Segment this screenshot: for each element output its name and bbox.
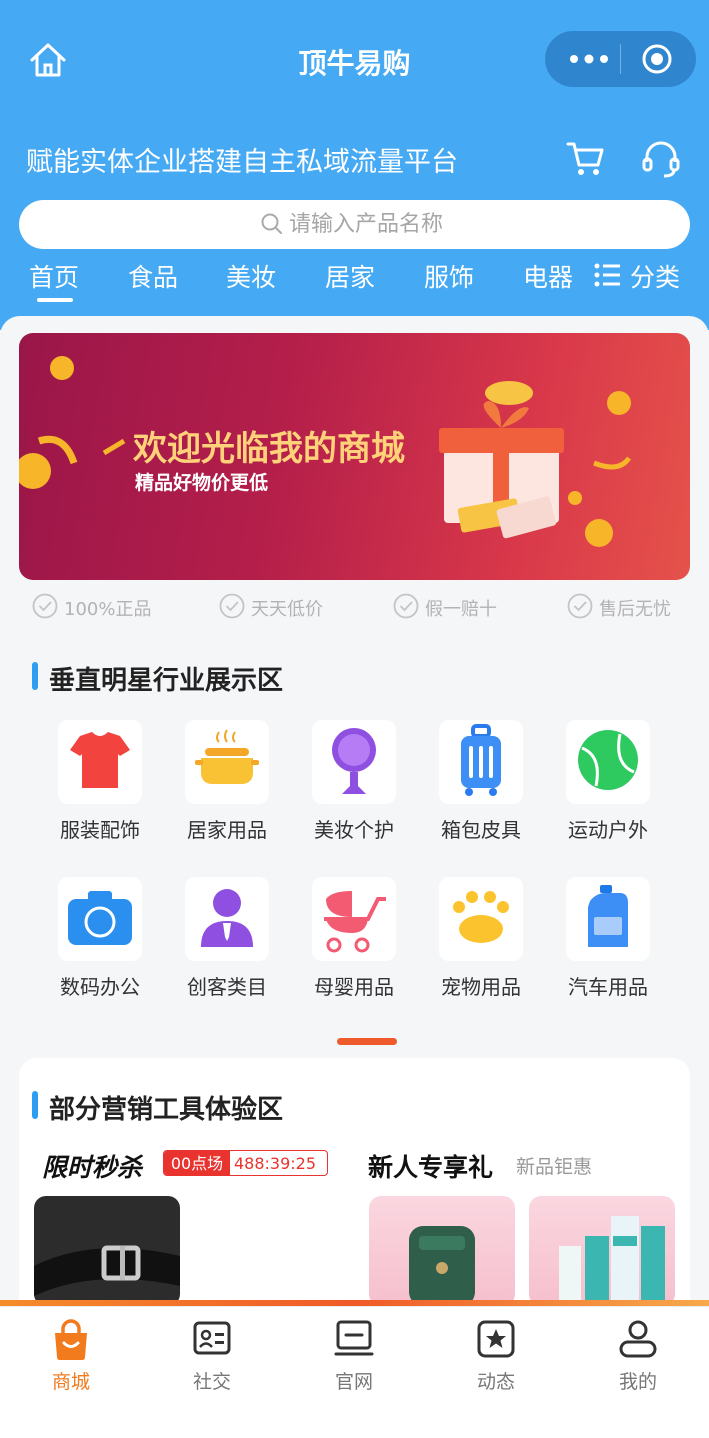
id-card-icon (193, 1321, 231, 1355)
category-item-beauty[interactable]: 美妆个护 (286, 720, 406, 850)
section-title-industry: 垂直明星行业展示区 (49, 666, 284, 696)
category-item-digital[interactable]: 数码办公 (32, 877, 152, 1007)
tab-beauty[interactable]: 美妆 (226, 258, 276, 294)
category-item-maker[interactable]: 创客类目 (159, 877, 279, 1007)
banner-title: 欢迎光临我的商城 (133, 429, 405, 469)
nav-mall[interactable]: 商城 (21, 1319, 121, 1399)
category-item-auto[interactable]: 汽车用品 (540, 877, 660, 1007)
tab-appliance[interactable]: 电器 (523, 258, 573, 294)
banner-subtitle: 精品好物价更低 (135, 472, 269, 494)
category-label: 母婴用品 (314, 975, 394, 999)
check-circle-icon (219, 593, 245, 619)
nav-social[interactable]: 社交 (162, 1319, 262, 1399)
nav-label: 我的 (618, 1371, 657, 1393)
search-input[interactable] (289, 200, 589, 249)
category-item-sports[interactable]: 运动户外 (540, 720, 660, 850)
category-tabs: 首页 食品 美妆 居家 服饰 电器 分类 (0, 258, 709, 304)
bottom-nav: 商城 社交 官网 动态 我的 (0, 1306, 709, 1438)
category-label: 服装配饰 (60, 818, 140, 842)
header: 顶牛易购 赋能实体企业搭建自主私域流量平台 首页 食品 美妆 居家 服饰 电器 … (0, 0, 709, 330)
luggage-icon (439, 720, 523, 804)
category-label: 美妆个护 (314, 818, 394, 842)
search-bar[interactable] (19, 200, 690, 249)
page-indicator (337, 1038, 397, 1045)
tab-home-living[interactable]: 居家 (325, 258, 375, 294)
tshirt-icon (58, 720, 142, 804)
check-circle-icon (567, 593, 593, 619)
category-label: 创客类目 (187, 975, 267, 999)
flash-sale-title[interactable]: 限时秒杀 (42, 1148, 142, 1184)
star-box-icon (477, 1320, 515, 1358)
oil-can-icon (566, 877, 650, 961)
customer-service-icon[interactable] (640, 138, 682, 180)
nav-profile[interactable]: 我的 (588, 1319, 688, 1399)
product-toothpaste[interactable] (529, 1196, 675, 1306)
new-user-subtitle: 新品钜惠 (516, 1156, 593, 1178)
belt-image (34, 1245, 180, 1296)
category-label: 居家用品 (187, 818, 267, 842)
nav-feed[interactable]: 动态 (446, 1319, 546, 1399)
more-icon[interactable] (565, 46, 615, 72)
guarantee-label: 售后无忧 (599, 599, 671, 620)
session-label: 00点场 (164, 1151, 230, 1175)
nav-label: 动态 (476, 1371, 515, 1393)
category-label: 宠物用品 (441, 975, 521, 999)
guarantee-label: 100%正品 (64, 599, 152, 620)
search-icon (261, 213, 282, 234)
list-icon (594, 263, 620, 287)
paw-icon (439, 877, 523, 961)
new-user-title[interactable]: 新人专享礼 (368, 1148, 493, 1184)
guarantee-label: 天天低价 (251, 599, 323, 620)
toothpaste-image (559, 1216, 665, 1306)
check-circle-icon (393, 593, 419, 619)
nav-label: 商城 (51, 1371, 90, 1393)
category-item-pet[interactable]: 宠物用品 (413, 877, 533, 1007)
section-accent-bar (32, 662, 38, 690)
person-icon (185, 877, 269, 961)
category-item-baby[interactable]: 母婴用品 (286, 877, 406, 1007)
cart-icon[interactable] (565, 138, 605, 178)
nav-label: 社交 (192, 1371, 231, 1393)
check-circle-icon (32, 593, 58, 619)
category-grid: 服装配饰 居家用品 美妆个护 箱包皮具 运动户外 数码办公 创客类目 母婴用品 … (0, 720, 709, 1010)
guarantee-label: 假一赔十 (425, 599, 497, 620)
guarantee-bar: 100%正品 天天低价 假一赔十 售后无忧 (0, 590, 709, 624)
mirror-icon (312, 720, 396, 804)
category-label: 箱包皮具 (441, 818, 521, 842)
pot-icon (185, 720, 269, 804)
laptop-icon (334, 1320, 374, 1356)
flash-sale-countdown: 00点场 488:39:25 (163, 1150, 328, 1176)
user-icon (619, 1320, 657, 1358)
page-indicator-fill (337, 1038, 397, 1045)
nav-website[interactable]: 官网 (304, 1319, 404, 1399)
shop-bag-icon (55, 1319, 87, 1360)
slogan: 赋能实体企业搭建自主私域流量平台 (26, 147, 458, 178)
category-label: 运动户外 (568, 818, 648, 842)
category-item-home[interactable]: 居家用品 (159, 720, 279, 850)
category-label: 汽车用品 (568, 975, 648, 999)
product-air-fryer[interactable] (369, 1196, 515, 1306)
tab-home[interactable]: 首页 (29, 258, 79, 302)
tab-apparel[interactable]: 服饰 (424, 258, 474, 294)
camera-icon (58, 877, 142, 961)
tab-categories-label: 分类 (630, 263, 681, 292)
ball-icon (566, 720, 650, 804)
countdown-time: 488:39:25 (234, 1154, 317, 1173)
category-item-luggage[interactable]: 箱包皮具 (413, 720, 533, 850)
capsule-divider (620, 44, 621, 74)
air-fryer-image (409, 1226, 475, 1306)
stroller-icon (312, 877, 396, 961)
category-label: 数码办公 (60, 975, 140, 999)
mini-program-capsule (545, 31, 696, 87)
section-title-marketing: 部分营销工具体验区 (49, 1095, 284, 1125)
promo-banner[interactable]: 欢迎光临我的商城 精品好物价更低 (19, 333, 690, 580)
nav-label: 官网 (334, 1371, 373, 1393)
section-accent-bar (32, 1091, 38, 1119)
product-belt[interactable] (34, 1196, 180, 1306)
top-bar: 顶牛易购 (0, 0, 709, 118)
close-target-icon[interactable] (641, 43, 673, 75)
tab-food[interactable]: 食品 (128, 258, 178, 294)
category-item-apparel[interactable]: 服装配饰 (32, 720, 152, 850)
